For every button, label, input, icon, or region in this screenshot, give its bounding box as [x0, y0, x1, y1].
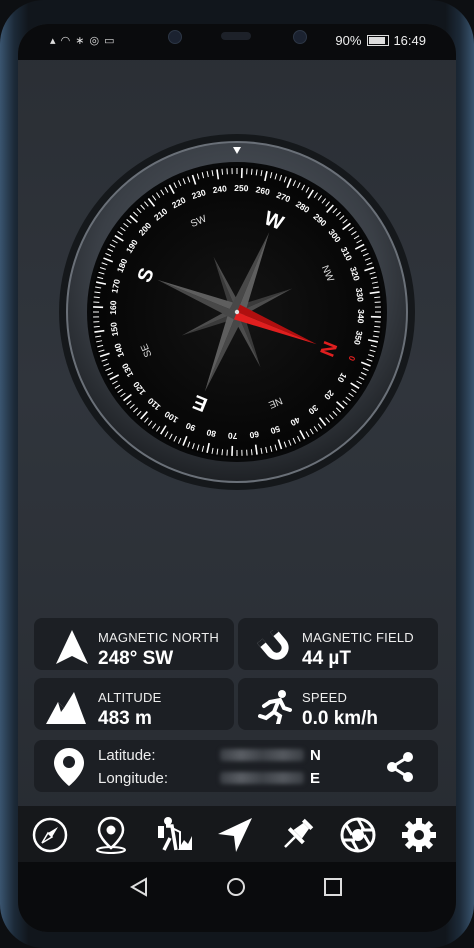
magnetic-north-value: 248° SW: [98, 648, 174, 669]
longitude-value-redacted: [220, 772, 304, 784]
hiker-icon[interactable]: [154, 816, 192, 854]
longitude-direction: E: [310, 770, 321, 787]
degree-label: 160: [108, 300, 118, 315]
share-icon[interactable]: [384, 751, 416, 783]
back-icon[interactable]: [128, 876, 150, 898]
magnetic-field-value: 44 µT: [302, 648, 351, 669]
push-pin-icon[interactable]: [278, 816, 316, 854]
earpiece-speaker: [221, 32, 251, 40]
speed-label: SPEED: [302, 690, 348, 705]
magnetic-north-card[interactable]: MAGNETIC NORTH 248° SW: [34, 618, 234, 670]
navigation-arrow-icon[interactable]: [216, 816, 254, 854]
running-person-icon: [258, 690, 292, 724]
location-card[interactable]: Latitude: N Longitude: E: [34, 740, 438, 792]
compass-svg: 0102030405060708090100110120130140150160…: [59, 134, 415, 490]
sensor-icon: [293, 30, 307, 44]
location-pin-icon: [54, 748, 84, 786]
longitude-label: Longitude:: [98, 770, 169, 787]
speed-card[interactable]: SPEED 0.0 km/h: [238, 678, 438, 730]
latitude-label: Latitude:: [98, 747, 156, 764]
degree-label: 70: [228, 431, 238, 441]
front-camera-icon: [168, 30, 182, 44]
clock: 16:49: [393, 33, 426, 48]
status-right: 90% 16:49: [335, 33, 426, 48]
compass-icon[interactable]: [31, 816, 69, 854]
recents-icon[interactable]: [322, 876, 344, 898]
home-icon[interactable]: [225, 876, 247, 898]
app-screen: ▴ ◠ ∗ ◎ ▭ 90% 16:49 0 10 20 30 40 50 60 …: [18, 24, 456, 932]
altitude-value: 483 m: [98, 708, 152, 729]
gear-icon[interactable]: [400, 816, 438, 854]
altitude-label: ALTITUDE: [98, 690, 162, 705]
compass-dial[interactable]: 0 10 20 30 40 50 60 70 80 90 100 110 120 130 140 150 160…: [57, 132, 417, 492]
battery-percent: 90%: [335, 33, 362, 48]
degree-label: 60: [249, 429, 260, 440]
status-icons: ▴ ◠ ∗ ◎ ▭: [50, 35, 116, 47]
altitude-card[interactable]: ALTITUDE 483 m: [34, 678, 234, 730]
magnet-icon: [257, 630, 289, 660]
system-navigation-bar: [18, 862, 456, 932]
mountain-icon: [46, 692, 86, 724]
north-arrow-icon: [56, 630, 88, 664]
magnetic-north-label: MAGNETIC NORTH: [98, 630, 220, 645]
battery-icon: [367, 35, 390, 46]
degree-label: 150: [108, 321, 120, 337]
bottom-toolbar: [18, 806, 456, 862]
map-pin-icon[interactable]: [92, 816, 130, 854]
speed-value: 0.0 km/h: [302, 708, 379, 729]
latitude-value-redacted: [220, 749, 304, 761]
latitude-direction: N: [310, 747, 321, 764]
degree-label: 340: [356, 309, 366, 324]
camera-aperture-icon[interactable]: [339, 816, 377, 854]
magnetic-field-label: MAGNETIC FIELD: [302, 630, 414, 645]
degree-label: 240: [212, 183, 228, 195]
status-bar: ▴ ◠ ∗ ◎ ▭ 90% 16:49: [18, 24, 456, 60]
phone-frame: ▴ ◠ ∗ ◎ ▭ 90% 16:49 0 10 20 30 40 50 60 …: [0, 0, 474, 948]
magnetic-field-card[interactable]: MAGNETIC FIELD 44 µT: [238, 618, 438, 670]
degree-label: 250: [234, 183, 249, 193]
degree-label: 330: [354, 287, 366, 303]
